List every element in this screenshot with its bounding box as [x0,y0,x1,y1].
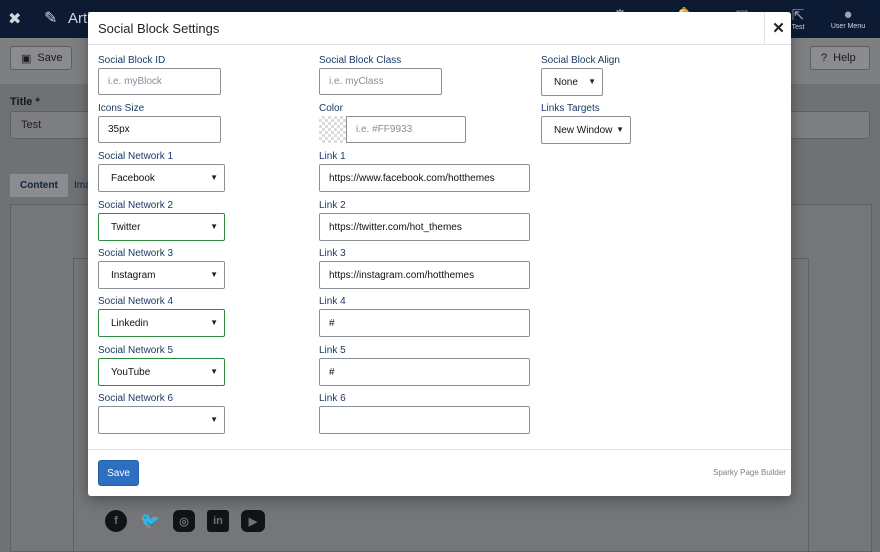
user-menu-icon[interactable]: ● User Menu [828,6,868,30]
social-network-5-select[interactable]: YouTube ▼ [98,358,225,386]
social-preview: f 🐦 ◎ in ▶ [105,510,265,532]
dialog-footer-divider [88,449,791,450]
social-block-class-input[interactable]: i.e. myClass [319,68,442,95]
link-3-input[interactable]: https://instagram.com/hotthemes [319,261,530,289]
facebook-icon: f [105,510,127,532]
links-targets-label: Links Targets [541,103,600,114]
links-targets-select[interactable]: New Window ▼ [541,116,631,144]
social-network-4-select[interactable]: Linkedin ▼ [98,309,225,337]
social-network-3-label: Social Network 3 [98,248,174,259]
chevron-down-icon: ▼ [210,415,218,424]
toolbar-help-button[interactable]: ? Help [810,46,870,70]
social-network-1-select[interactable]: Facebook ▼ [98,164,225,192]
link-5-input[interactable]: # [319,358,530,386]
linkedin-icon: in [207,510,229,532]
chevron-down-icon: ▼ [210,222,218,231]
link-1-input[interactable]: https://www.facebook.com/hotthemes [319,164,530,192]
brand-label: Sparky Page Builder [713,468,786,477]
save-button[interactable]: Save [98,460,139,486]
chevron-down-icon: ▼ [210,318,218,327]
icons-size-label: Icons Size [98,103,145,114]
link-6-label: Link 6 [319,393,346,404]
twitter-icon: 🐦 [140,513,160,530]
instagram-icon: ◎ [173,510,195,532]
social-block-align-select[interactable]: None ▼ [541,68,603,96]
title-label: Title * [10,96,40,108]
chevron-down-icon: ▼ [210,270,218,279]
chevron-down-icon: ▼ [210,367,218,376]
social-block-id-label: Social Block ID [98,55,166,66]
link-1-label: Link 1 [319,151,346,162]
close-icon: ✕ [772,20,785,37]
social-block-align-label: Social Block Align [541,55,620,66]
help-icon: ? [821,52,828,64]
social-network-2-select[interactable]: Twitter ▼ [98,213,225,241]
social-network-2-label: Social Network 2 [98,200,174,211]
toolbar-save-button[interactable]: ▣ Save [10,46,72,70]
youtube-icon: ▶ [241,510,265,532]
chevron-down-icon: ▼ [616,125,624,134]
social-network-5-label: Social Network 5 [98,345,174,356]
pencil-icon: ✎ [44,10,58,27]
color-label: Color [319,103,343,114]
link-4-input[interactable]: # [319,309,530,337]
tab-content[interactable]: Content [10,174,68,197]
link-6-input[interactable] [319,406,530,434]
link-5-label: Link 5 [319,345,346,356]
social-block-class-label: Social Block Class [319,55,402,66]
chevron-down-icon: ▼ [210,173,218,182]
save-icon: ▣ [21,52,32,65]
social-network-6-label: Social Network 6 [98,393,174,404]
link-3-label: Link 3 [319,248,346,259]
color-swatch[interactable] [319,116,347,143]
social-network-6-select[interactable]: ▼ [98,406,225,434]
social-network-1-label: Social Network 1 [98,151,174,162]
chevron-down-icon: ▼ [588,77,596,86]
social-network-4-label: Social Network 4 [98,296,174,307]
link-2-input[interactable]: https://twitter.com/hot_themes [319,213,530,241]
link-2-label: Link 2 [319,200,346,211]
link-4-label: Link 4 [319,296,346,307]
close-button[interactable]: ✕ [764,12,792,44]
dialog-title: Social Block Settings [98,21,220,36]
dialog-header: Social Block Settings ✕ [88,12,791,45]
social-block-settings-dialog: Social Block Settings ✕ Social Block ID … [88,12,791,496]
social-network-3-select[interactable]: Instagram ▼ [98,261,225,289]
social-block-id-input[interactable]: i.e. myBlock [98,68,221,95]
icons-size-input[interactable]: 35px [98,116,221,143]
joomla-icon[interactable]: ✖ [8,9,21,29]
